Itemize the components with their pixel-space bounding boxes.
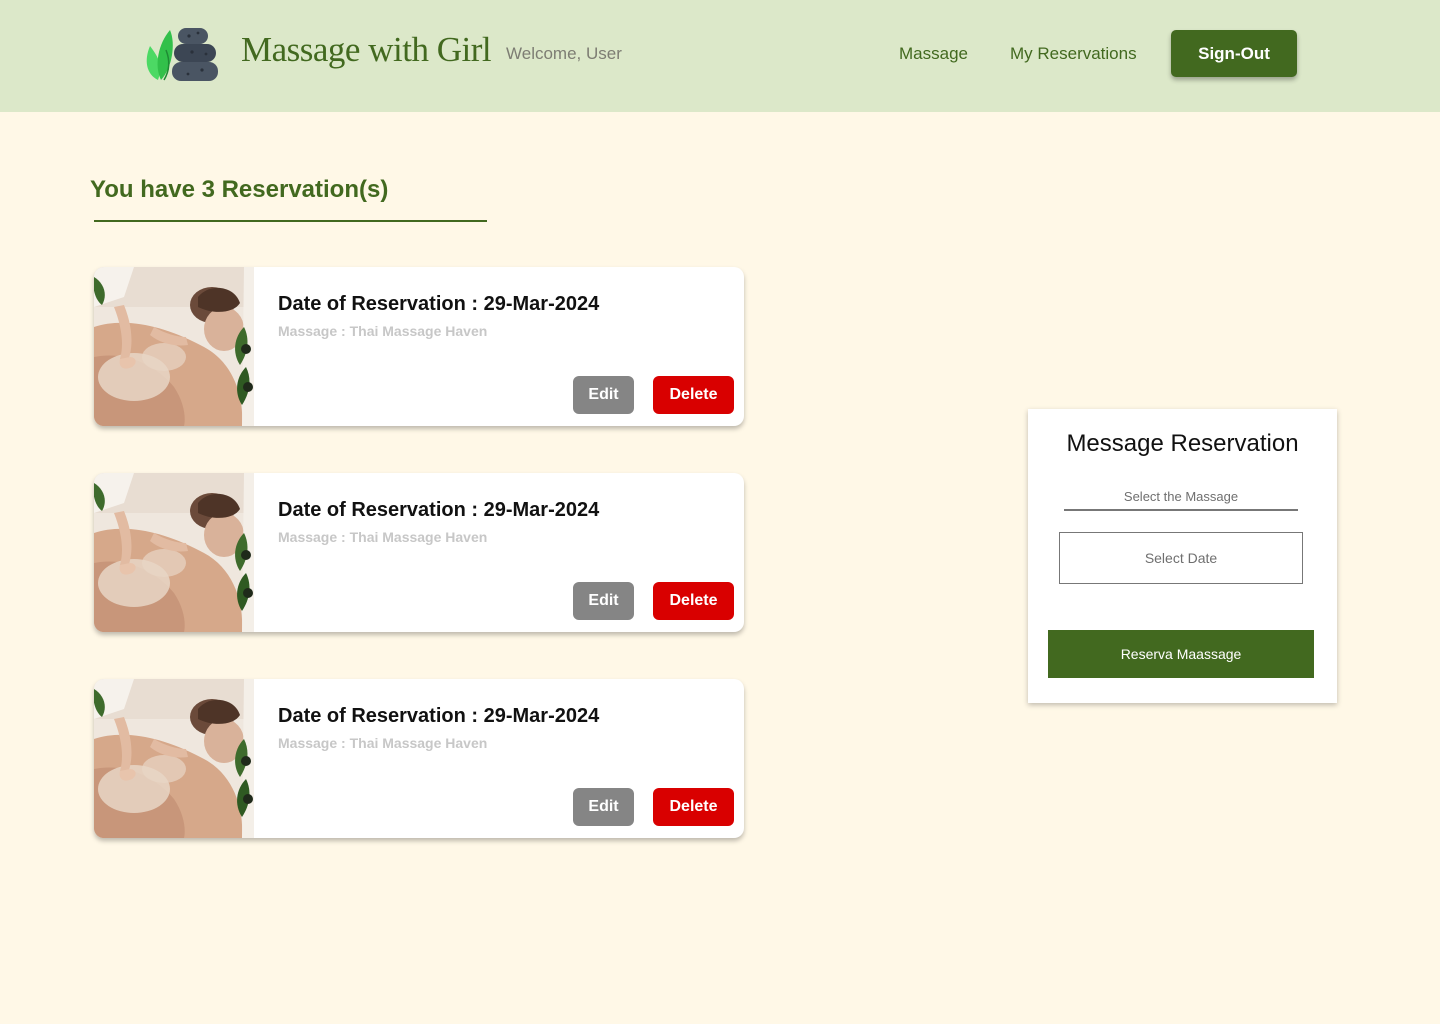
- select-massage-input[interactable]: [1064, 483, 1298, 511]
- edit-button[interactable]: Edit: [573, 788, 634, 826]
- reservation-card: Date of Reservation : 29-Mar-2024 Massag…: [94, 267, 744, 426]
- delete-button[interactable]: Delete: [653, 376, 734, 414]
- welcome-text: Welcome, User: [506, 44, 622, 63]
- reservation-massage-name: Massage : Thai Massage Haven: [278, 529, 488, 545]
- edit-button[interactable]: Edit: [573, 582, 634, 620]
- nav-massage-link[interactable]: Massage: [899, 44, 968, 64]
- stones-leaf-logo-icon: [146, 28, 218, 81]
- reservation-date: Date of Reservation : 29-Mar-2024: [278, 293, 600, 315]
- sign-out-button[interactable]: Sign-Out: [1171, 30, 1297, 77]
- massage-photo: [94, 267, 254, 426]
- reservation-card: Date of Reservation : 29-Mar-2024 Massag…: [94, 679, 744, 838]
- reservation-date: Date of Reservation : 29-Mar-2024: [278, 499, 600, 521]
- reservation-date: Date of Reservation : 29-Mar-2024: [278, 705, 600, 727]
- edit-button[interactable]: Edit: [573, 376, 634, 414]
- massage-photo: [94, 473, 254, 632]
- select-date-input[interactable]: [1059, 532, 1303, 584]
- delete-button[interactable]: Delete: [653, 788, 734, 826]
- reservation-massage-name: Massage : Thai Massage Haven: [278, 323, 488, 339]
- reserve-massage-button[interactable]: Reserva Maassage: [1048, 630, 1314, 678]
- reservation-count-title: You have 3 Reservation(s): [90, 176, 389, 203]
- brand-name[interactable]: Massage with Girl: [241, 30, 492, 70]
- reservation-massage-name: Massage : Thai Massage Haven: [278, 735, 488, 751]
- reservation-form: Message Reservation Reserva Maassage: [1028, 409, 1337, 703]
- delete-button[interactable]: Delete: [653, 582, 734, 620]
- title-underline-divider: [94, 220, 487, 222]
- nav-my-reservations-link[interactable]: My Reservations: [1010, 44, 1137, 64]
- massage-photo: [94, 679, 254, 838]
- reservation-form-title: Message Reservation: [1066, 430, 1299, 457]
- reservation-card: Date of Reservation : 29-Mar-2024 Massag…: [94, 473, 744, 632]
- site-header: Massage with Girl Welcome, User Massage …: [0, 0, 1440, 112]
